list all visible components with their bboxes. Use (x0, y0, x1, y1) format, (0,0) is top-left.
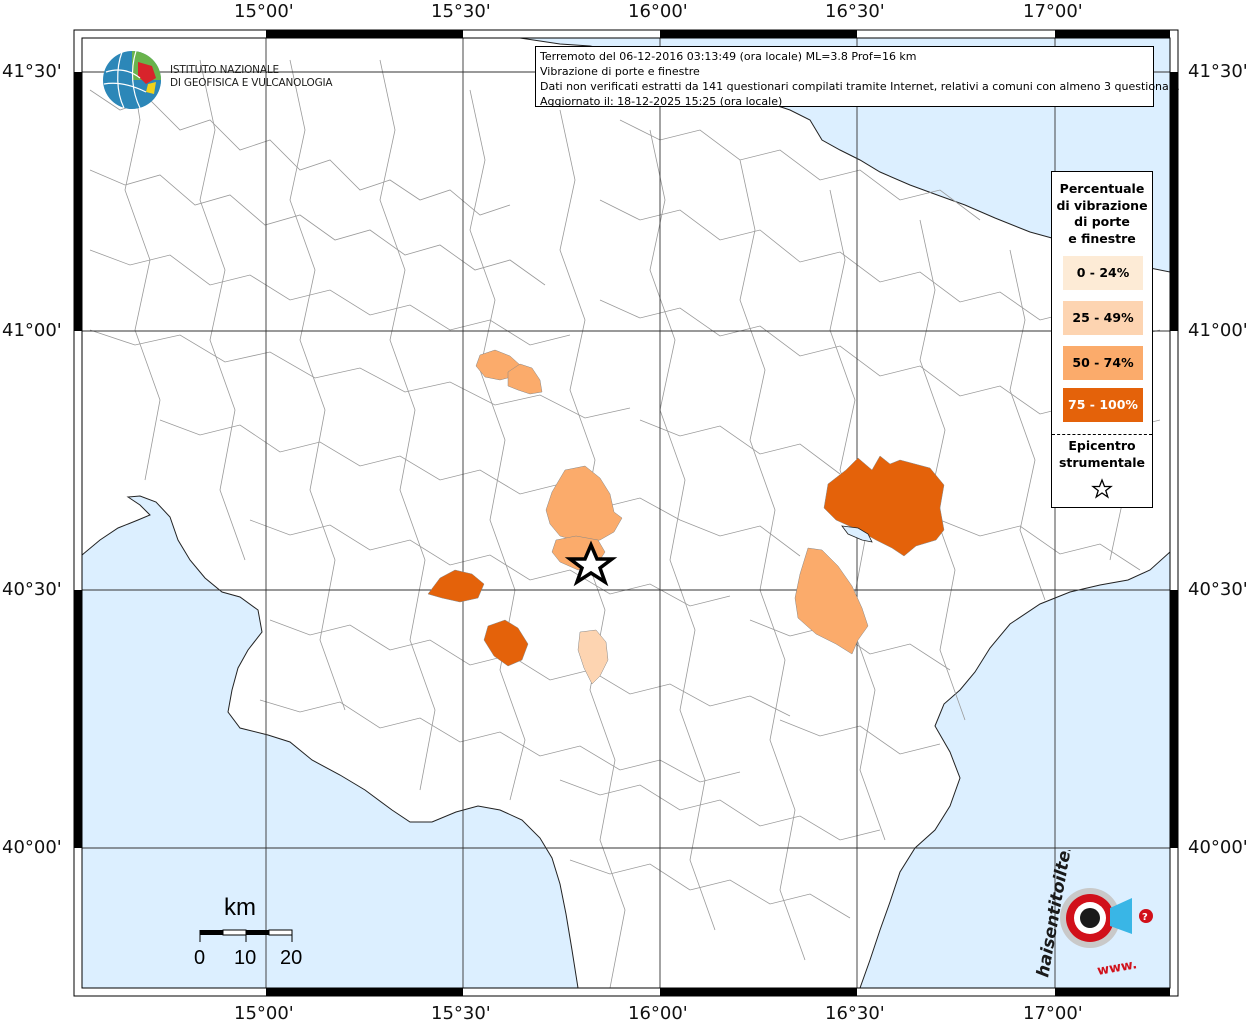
legend-class-50-74: 50 - 74% (1063, 346, 1143, 380)
legend-epicenter-label: Epicentro strumentale (1052, 438, 1152, 471)
legend-title-line: e finestre (1068, 230, 1136, 246)
hst-www-text: www. (1096, 957, 1138, 979)
ingv-globe-logo (103, 50, 161, 109)
lat-label-right: 40°30' (1188, 579, 1248, 600)
data-disclaimer: Dati non verificati estratti da 141 ques… (540, 80, 1180, 93)
legend-class-0-24: 0 - 24% (1063, 256, 1143, 290)
scale-bar: km 0 10 20 (194, 894, 302, 969)
legend-epicenter-line: strumentale (1058, 454, 1146, 470)
legend: Percentuale di vibrazione di porte e fin… (1051, 171, 1153, 508)
map-subject: Vibrazione di porte e finestre (540, 65, 700, 78)
lat-label-left: 40°30' (2, 579, 62, 600)
ingv-line: DI GEOFISICA E VULCANOLOGIA (170, 77, 333, 89)
lon-label-top: 16°00' (628, 1, 688, 22)
lon-label-bottom: 17°00' (1023, 1003, 1083, 1024)
lat-label-right: 41°00' (1188, 320, 1248, 341)
legend-epicenter-line: Epicentro (1068, 438, 1136, 453)
haisentito-logo: ? haisentitoilterremoto.it www. (1033, 850, 1153, 979)
legend-class-25-49: 25 - 49% (1063, 301, 1143, 335)
scale-tick: 0 (194, 947, 205, 969)
ingv-line: ISTITUTO NAZIONALE (170, 64, 279, 76)
lon-label-bottom: 16°00' (628, 1003, 688, 1024)
lat-label-right: 41°30' (1188, 61, 1248, 82)
lon-label-bottom: 16°30' (825, 1003, 885, 1024)
legend-star-icon (1091, 478, 1113, 499)
legend-title-line: di vibrazione (1056, 197, 1148, 213)
ingv-logo-text: ISTITUTO NAZIONALE DI GEOFISICA E VULCAN… (170, 64, 333, 90)
lon-label-top: 15°30' (431, 1, 491, 22)
lon-label-top: 16°30' (825, 1, 885, 22)
lon-label-top: 17°00' (1023, 1, 1083, 22)
lat-label-left: 41°00' (2, 320, 62, 341)
legend-title-line: di porte (1074, 214, 1130, 229)
scale-tick: 20 (280, 947, 302, 969)
lat-label-left: 41°30' (2, 61, 62, 82)
lat-label-left: 40°00' (2, 837, 62, 858)
event-info-box: Terremoto del 06-12-2016 03:13:49 (ora l… (535, 46, 1180, 108)
legend-title-line: Percentuale (1059, 181, 1145, 196)
lat-label-right: 40°00' (1188, 837, 1248, 858)
lon-label-bottom: 15°30' (431, 1003, 491, 1024)
legend-separator (1052, 434, 1152, 435)
scale-unit: km (224, 894, 256, 921)
updated-timestamp: Aggiornato il: 18-12-2025 15:25 (ora loc… (540, 95, 783, 108)
lon-label-bottom: 15°00' (234, 1003, 294, 1024)
svg-text:?: ? (1142, 912, 1148, 923)
legend-class-75-100: 75 - 100% (1063, 388, 1143, 422)
lon-label-top: 15°00' (234, 1, 294, 22)
scale-tick: 10 (234, 947, 256, 969)
event-title: Terremoto del 06-12-2016 03:13:49 (ora l… (540, 50, 917, 63)
legend-title: Percentuale di vibrazione di porte e fin… (1052, 181, 1152, 247)
